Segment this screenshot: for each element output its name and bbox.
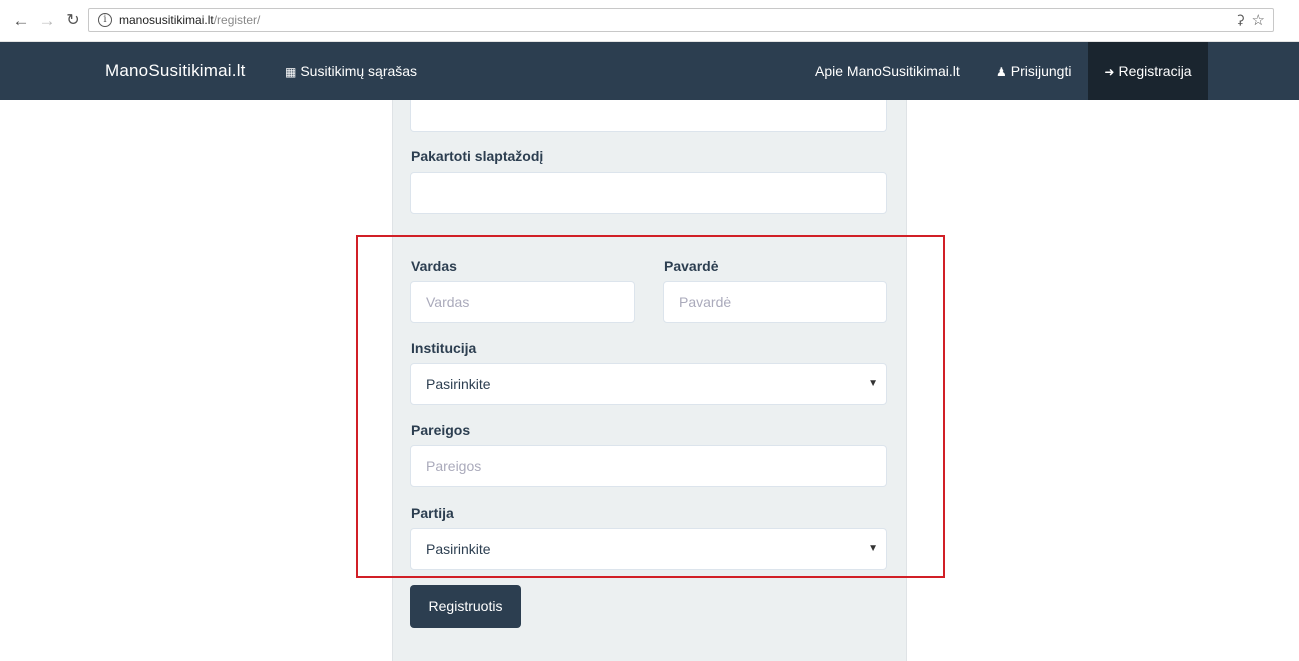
info-icon[interactable]: i [98, 13, 112, 27]
caret-down-icon: ▼ [868, 378, 878, 389]
back-arrow-icon[interactable]: ← [10, 10, 32, 32]
position-label: Pareigos [411, 422, 471, 438]
bookmark-star-icon[interactable]: ☆ [1252, 11, 1265, 29]
nav-register-label: Registracija [1118, 63, 1192, 79]
nav-about[interactable]: Apie ManoSusitikimai.lt [815, 42, 960, 100]
nav-login-label: Prisijungti [1010, 63, 1072, 79]
last-name-label: Pavardė [664, 258, 719, 274]
position-input[interactable]: Pareigos [410, 445, 887, 487]
last-name-input[interactable]: Pavardė [663, 281, 887, 323]
caret-down-icon: ▼ [868, 543, 878, 554]
institution-select[interactable]: Pasirinkite ▼ [410, 363, 887, 405]
party-select[interactable]: Pasirinkite ▼ [410, 528, 887, 570]
reload-icon[interactable]: ↻ [62, 10, 84, 32]
url-host: manosusitikimai.lt [119, 13, 214, 27]
address-bar[interactable]: i manosusitikimai.lt/register/ ⚳ ☆ [88, 8, 1274, 32]
repeat-password-label: Pakartoti slaptažodį [411, 148, 544, 164]
sign-in-icon: ➜ [1104, 65, 1115, 79]
party-selected-value: Pasirinkite [426, 541, 491, 557]
browser-toolbar: ← → ↻ i manosusitikimai.lt/register/ ⚳ ☆ [0, 0, 1299, 42]
url-path: /register/ [213, 13, 261, 27]
register-submit-button[interactable]: Registruotis [410, 585, 521, 628]
party-label: Partija [411, 505, 454, 521]
brand-link[interactable]: ManoSusitikimai.lt [105, 61, 246, 81]
nav-register[interactable]: ➜ Registracija [1088, 42, 1208, 100]
institution-label: Institucija [411, 340, 477, 356]
nav-meetings-list-label: Susitikimų sąrašas [300, 63, 418, 79]
repeat-password-field[interactable] [410, 172, 887, 214]
first-name-input[interactable]: Vardas [410, 281, 635, 323]
institution-selected-value: Pasirinkite [426, 376, 491, 392]
key-icon[interactable]: ⚳ [1235, 12, 1245, 28]
first-name-label: Vardas [411, 258, 457, 274]
user-icon: ♟ [996, 65, 1007, 79]
site-navbar: ManoSusitikimai.lt ▦ Susitikimų sąrašas A… [0, 42, 1299, 100]
url-text: manosusitikimai.lt/register/ [119, 13, 260, 27]
password-field[interactable] [410, 100, 887, 132]
nav-meetings-list[interactable]: ▦ Susitikimų sąrašas [285, 42, 417, 100]
forward-arrow-icon[interactable]: → [36, 10, 58, 32]
calendar-icon: ▦ [285, 65, 297, 79]
nav-login[interactable]: ♟ Prisijungti [996, 42, 1071, 100]
